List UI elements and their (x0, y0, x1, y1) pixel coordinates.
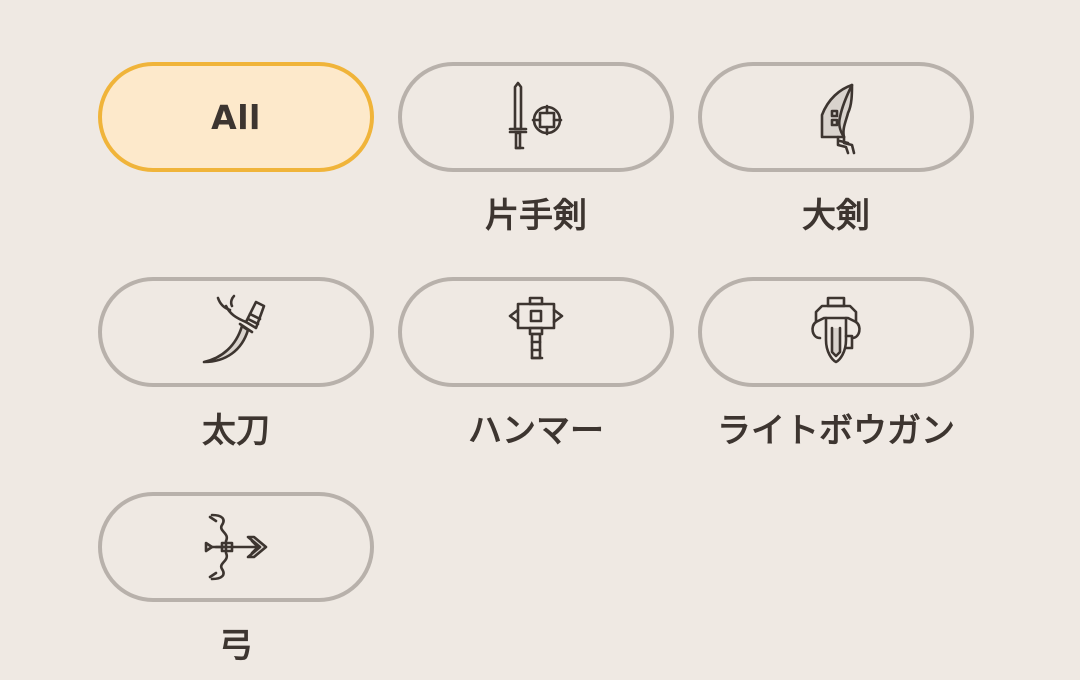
filter-all-label: All (211, 97, 261, 137)
filter-bow-button[interactable] (98, 492, 374, 602)
filter-long-sword-label: 太刀 (202, 411, 270, 451)
filter-light-bowgun-button[interactable] (698, 277, 974, 387)
great-sword-icon (820, 83, 856, 155)
light-bowgun-icon (811, 296, 861, 364)
filter-sword-and-shield-button[interactable] (398, 62, 674, 172)
bow-icon (204, 513, 268, 581)
filter-hammer-button[interactable] (398, 277, 674, 387)
filter-light-bowgun-label: ライトボウガン (717, 411, 955, 451)
sword-and-shield-icon (508, 81, 563, 150)
filter-long-sword-button[interactable] (98, 277, 374, 387)
filter-great-sword-label: 大剣 (802, 196, 870, 236)
weapon-filter-grid: All 片手剣 大剣 太刀 ハンマー ライトボウガン 弓 (0, 0, 1080, 680)
long-sword-icon (202, 294, 266, 364)
filter-hammer-label: ハンマー (468, 411, 604, 451)
filter-sword-and-shield-label: 片手剣 (485, 196, 587, 236)
hammer-icon (508, 296, 564, 360)
filter-all-button[interactable]: All (98, 62, 374, 172)
filter-great-sword-button[interactable] (698, 62, 974, 172)
filter-bow-label: 弓 (219, 626, 253, 666)
